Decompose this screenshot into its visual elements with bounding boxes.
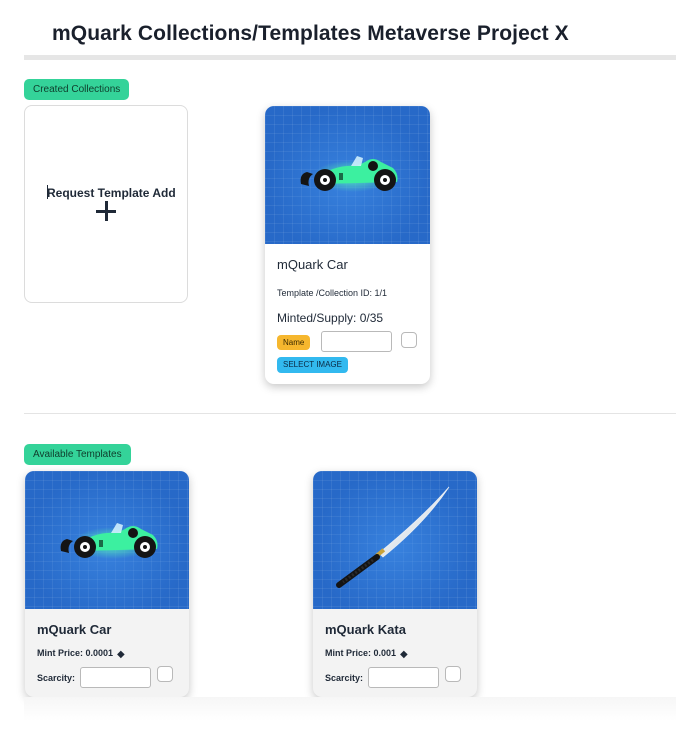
collection-name: mQuark Car (277, 257, 348, 272)
mint-price-text: Mint Price: 0.0001 (37, 648, 114, 658)
request-template-add-card[interactable]: Request Template Add (24, 105, 188, 303)
template-name: mQuark Kata (325, 622, 406, 637)
ethereum-icon: ◆ (400, 649, 408, 660)
racing-car-icon (300, 156, 398, 192)
available-templates-badge: Available Templates (24, 444, 131, 465)
name-label: Name (277, 335, 311, 350)
scarcity-input[interactable] (368, 667, 439, 688)
template-checkbox[interactable] (157, 666, 173, 682)
template-name: mQuark Car (37, 622, 112, 637)
section-divider (24, 413, 676, 414)
scarcity-input[interactable] (80, 667, 151, 688)
content-bottom-fade (24, 697, 676, 721)
template-image (313, 471, 477, 609)
mint-price: Mint Price: 0.0001 ◆ (37, 648, 125, 660)
scarcity-label: Scarcity: (37, 673, 76, 683)
select-image-button[interactable]: SELECT IMAGE (277, 357, 348, 373)
ethereum-icon: ◆ (117, 649, 125, 660)
plus-icon[interactable] (96, 201, 116, 221)
mint-price-text: Mint Price: 0.001 (325, 648, 397, 658)
collection-image (265, 106, 430, 244)
minted-supply-text: Minted/Supply: 0/35 (277, 311, 384, 325)
scarcity-label: Scarcity: (325, 673, 364, 683)
template-card: mQuark Kata Mint Price: 0.001 ◆ Scarcity: (313, 471, 477, 697)
name-input[interactable] (321, 331, 392, 352)
template-image (25, 471, 189, 609)
collection-id-text: Template /Collection ID: 1/1 (277, 288, 388, 298)
racing-car-icon (60, 523, 158, 559)
template-card: mQuark Car Mint Price: 0.0001 ◆ Scarcity: (25, 471, 189, 697)
collection-card: mQuark Car Template /Collection ID: 1/1 … (265, 106, 430, 384)
title-divider (24, 55, 676, 60)
request-template-add-label: Request Template Add (47, 186, 176, 200)
text-cursor (47, 185, 48, 199)
template-checkbox[interactable] (445, 666, 461, 682)
mint-price: Mint Price: 0.001 ◆ (325, 648, 408, 660)
page-title: mQuark Collections/Templates Metaverse P… (52, 22, 569, 45)
katana-icon (336, 486, 450, 588)
created-collections-badge: Created Collections (24, 79, 130, 100)
collection-checkbox[interactable] (401, 332, 417, 348)
